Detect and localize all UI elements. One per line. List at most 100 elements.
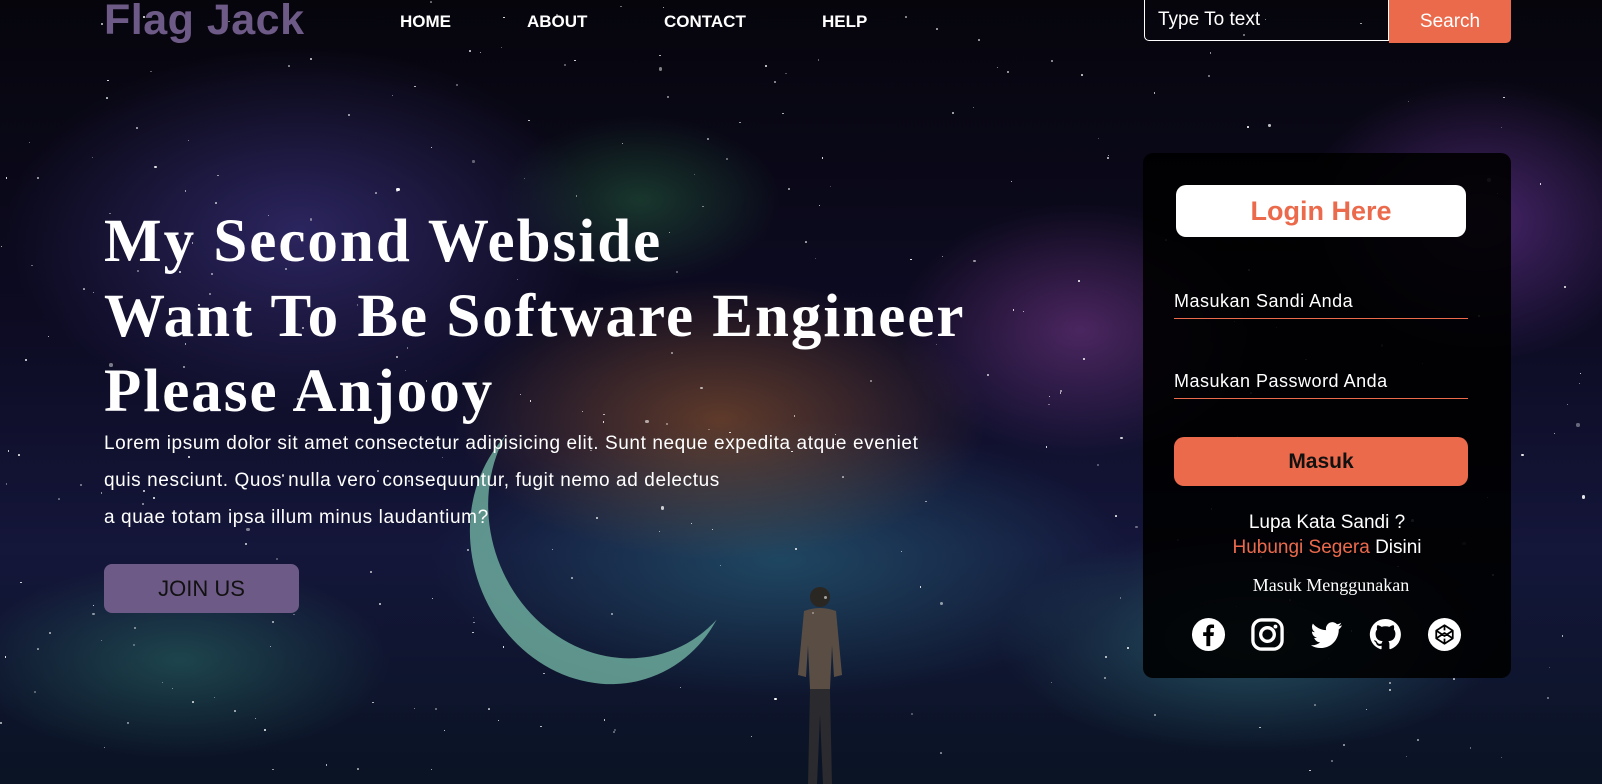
star xyxy=(374,192,377,194)
star xyxy=(92,612,95,616)
star xyxy=(472,621,475,624)
star xyxy=(1059,392,1062,394)
github-icon[interactable] xyxy=(1368,617,1403,652)
username-field[interactable] xyxy=(1174,285,1468,319)
star xyxy=(501,47,503,49)
star xyxy=(986,374,990,377)
star xyxy=(1547,696,1549,699)
star xyxy=(456,84,459,87)
star xyxy=(264,729,267,732)
star xyxy=(18,454,20,456)
star xyxy=(1576,423,1580,427)
nav-contact[interactable]: CONTACT xyxy=(664,12,746,32)
star xyxy=(1453,678,1455,681)
star xyxy=(5,177,8,180)
star xyxy=(1119,597,1122,599)
star xyxy=(1331,760,1334,763)
star xyxy=(1105,656,1107,658)
star xyxy=(171,688,174,690)
star xyxy=(1247,126,1249,128)
star xyxy=(667,96,669,98)
star xyxy=(431,768,433,770)
star xyxy=(79,483,83,486)
star xyxy=(1566,404,1568,406)
join-us-button[interactable]: JOIN US xyxy=(104,564,299,613)
star xyxy=(706,137,709,140)
star xyxy=(503,16,505,19)
star xyxy=(1313,704,1316,706)
star xyxy=(473,616,475,618)
star xyxy=(127,722,129,724)
hero-text-line: Lorem ipsum dolor sit amet consectetur a… xyxy=(104,433,919,454)
star xyxy=(444,729,446,731)
star xyxy=(488,707,490,710)
star xyxy=(939,602,943,606)
nav-help[interactable]: HELP xyxy=(822,12,867,32)
star xyxy=(34,691,36,694)
login-submit-button[interactable]: Masuk xyxy=(1174,437,1468,486)
star xyxy=(288,65,290,67)
star xyxy=(497,719,500,721)
nav-home[interactable]: HOME xyxy=(400,12,451,32)
star xyxy=(1407,100,1409,102)
star xyxy=(679,687,682,689)
star xyxy=(48,632,51,635)
codepen-icon[interactable] xyxy=(1427,617,1462,652)
instagram-icon[interactable] xyxy=(1250,617,1285,652)
contact-link[interactable]: Hubungi Segera xyxy=(1232,537,1369,558)
star xyxy=(1469,746,1472,749)
star xyxy=(276,557,278,560)
star xyxy=(1120,436,1123,440)
star xyxy=(574,60,576,62)
star xyxy=(940,752,942,755)
search-input[interactable] xyxy=(1144,0,1389,41)
star xyxy=(184,190,187,192)
star xyxy=(272,768,274,771)
forgot-password: Lupa Kata Sandi ? Hubungi Segera Disini xyxy=(1143,510,1511,560)
star xyxy=(1521,453,1525,457)
star xyxy=(1010,181,1012,183)
star xyxy=(106,97,108,100)
star xyxy=(1097,464,1100,466)
star xyxy=(1501,126,1503,129)
star xyxy=(830,186,832,188)
facebook-icon[interactable] xyxy=(1191,617,1226,652)
star xyxy=(1578,382,1581,385)
star xyxy=(0,245,2,247)
star xyxy=(539,725,542,728)
star xyxy=(479,51,481,53)
star xyxy=(785,72,787,75)
star xyxy=(396,187,400,191)
forgot-text: Lupa Kata Sandi ? xyxy=(1248,512,1406,533)
site-logo[interactable]: Flag Jack xyxy=(104,0,305,45)
star xyxy=(977,39,980,41)
star xyxy=(245,543,248,546)
star xyxy=(1114,515,1117,517)
star xyxy=(104,747,106,749)
password-field[interactable] xyxy=(1174,365,1468,399)
star xyxy=(100,22,103,25)
star xyxy=(1564,286,1566,288)
star xyxy=(348,114,351,117)
login-via-label: Masuk Menggunakan xyxy=(1252,575,1410,595)
nav-about[interactable]: ABOUT xyxy=(527,12,587,32)
star xyxy=(773,81,777,84)
star xyxy=(911,712,913,715)
star xyxy=(1127,646,1130,649)
twitter-icon[interactable] xyxy=(1309,617,1344,652)
star xyxy=(575,195,577,197)
star xyxy=(936,28,939,30)
star xyxy=(37,648,39,650)
star xyxy=(430,146,433,149)
hero-description: Lorem ipsum dolor sit amet consectetur a… xyxy=(104,425,1064,536)
star xyxy=(1417,739,1419,742)
star xyxy=(997,67,999,69)
star xyxy=(92,291,95,293)
star xyxy=(132,644,135,647)
contact-suffix: Disini xyxy=(1369,537,1422,558)
star xyxy=(973,260,976,263)
search-button[interactable]: Search xyxy=(1389,0,1511,43)
star xyxy=(233,709,236,712)
star xyxy=(309,57,312,60)
star xyxy=(20,582,22,584)
